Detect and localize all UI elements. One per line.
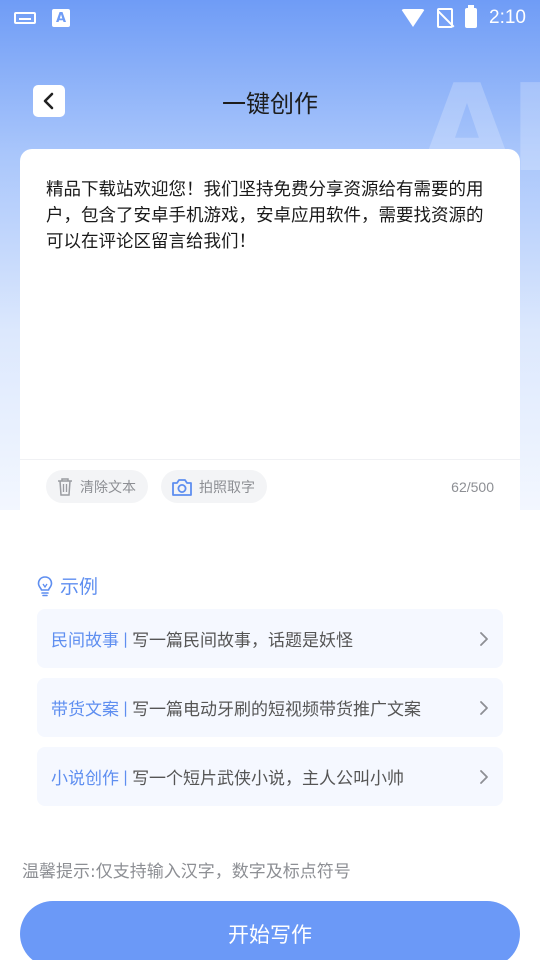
status-bar: A 2:10 — [0, 0, 540, 36]
camera-icon — [172, 478, 192, 496]
example-separator: | — [123, 629, 129, 648]
photo-ocr-label: 拍照取字 — [199, 479, 255, 496]
example-category: 小说创作 — [51, 769, 119, 789]
chevron-right-icon — [479, 631, 489, 647]
examples-title: 示例 — [60, 576, 99, 598]
trash-icon — [58, 477, 72, 496]
example-category: 带货文案 — [51, 700, 119, 720]
char-counter: 62/500 — [451, 479, 494, 495]
start-writing-button[interactable]: 开始写作 — [20, 901, 520, 960]
battery-charging-icon — [465, 5, 478, 28]
examples-heading: 示例 — [36, 572, 98, 599]
photo-ocr-button[interactable]: 拍照取字 — [161, 470, 267, 503]
example-item-novel[interactable]: 小说创作 | 写一个短片武侠小说，主人公叫小帅 — [37, 747, 503, 806]
example-description: 写一个短片武侠小说，主人公叫小帅 — [132, 769, 405, 789]
example-category: 民间故事 — [51, 631, 119, 651]
lightbulb-icon — [37, 575, 53, 596]
clear-text-label: 清除文本 — [80, 479, 136, 496]
example-description: 写一篇电动牙刷的短视频带货推广文案 — [132, 700, 422, 720]
clear-text-button[interactable]: 清除文本 — [46, 470, 148, 503]
example-item-folk-story[interactable]: 民间故事 | 写一篇民间故事，话题是妖怪 — [37, 609, 503, 668]
chevron-right-icon — [479, 700, 489, 716]
no-sim-icon — [437, 8, 454, 28]
input-tip: 温馨提示:仅支持输入汉字，数字及标点符号 — [22, 862, 351, 882]
editor-divider — [20, 459, 520, 460]
page-header: 一键创作 — [0, 78, 540, 124]
keyboard-icon — [14, 12, 36, 24]
example-separator: | — [123, 698, 129, 717]
chevron-right-icon — [479, 769, 489, 785]
status-time: 2:10 — [489, 7, 526, 28]
page-title: 一键创作 — [222, 90, 318, 118]
example-item-sales-copy[interactable]: 带货文案 | 写一篇电动牙刷的短视频带货推广文案 — [37, 678, 503, 737]
editor-card: 精品下载站欢迎您！我们坚持免费分享资源给有需要的用户，包含了安卓手机游戏，安卓应… — [20, 149, 520, 510]
wifi-icon — [401, 9, 426, 27]
a-app-icon: A — [52, 9, 70, 27]
editor-textarea[interactable]: 精品下载站欢迎您！我们坚持免费分享资源给有需要的用户，包含了安卓手机游戏，安卓应… — [46, 177, 496, 255]
example-description: 写一篇民间故事，话题是妖怪 — [132, 631, 354, 651]
example-separator: | — [123, 767, 129, 786]
